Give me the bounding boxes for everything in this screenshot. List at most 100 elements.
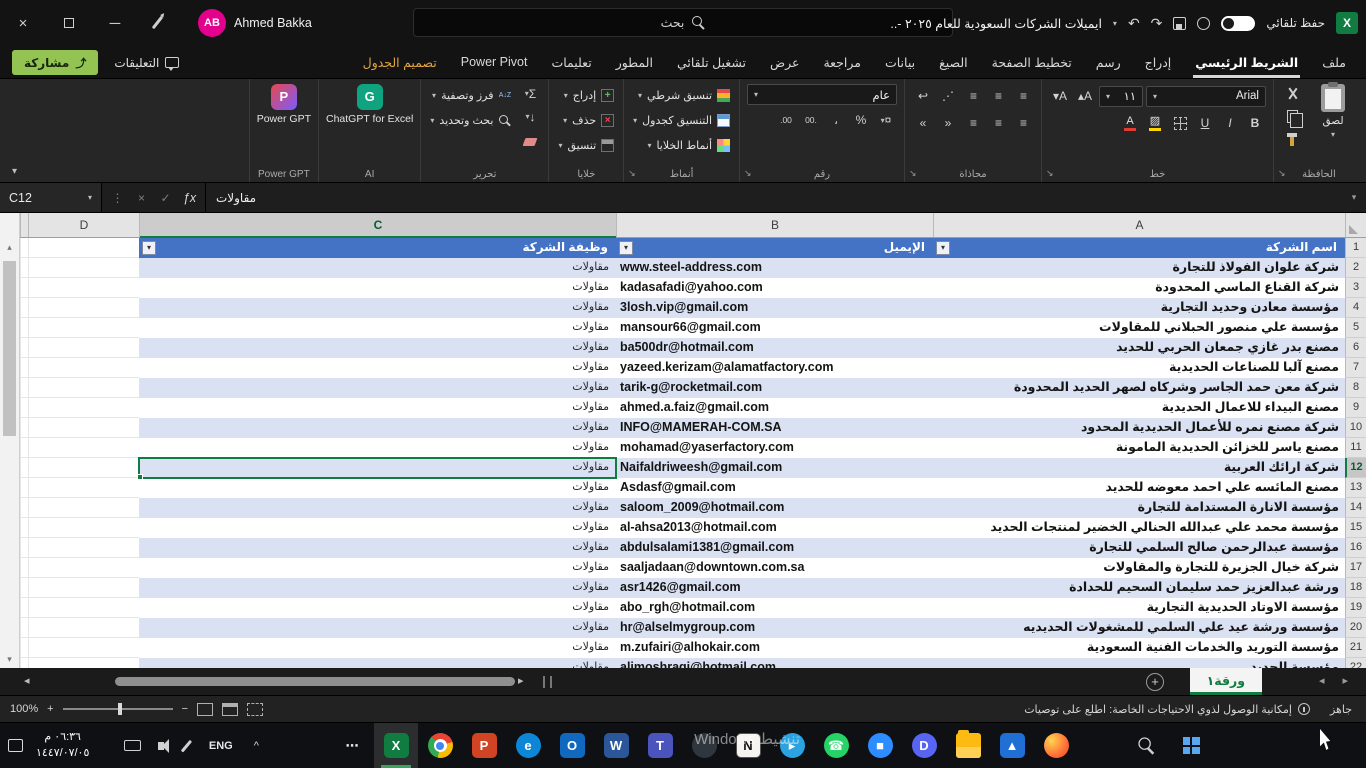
zoom-out-button[interactable]: − [182,703,188,715]
row-header-14[interactable]: 14 [1345,498,1366,518]
cell-D13[interactable] [28,478,139,498]
taskbar-app-firefox[interactable] [1034,723,1078,768]
font-color-button[interactable]: A [1119,114,1141,133]
cell-D1[interactable] [28,238,139,258]
row-header-12[interactable]: 12 [1345,458,1366,478]
cell-D20[interactable] [28,618,139,638]
cell-C4[interactable]: مقاولات [139,298,616,318]
row-header-13[interactable]: 13 [1345,478,1366,498]
ribbon-tab-الشريط الرئيسي[interactable]: الشريط الرئيسي [1183,46,1310,78]
taskbar-clock[interactable]: ٠٦:٣٦ م ١٤٤٧/٠٧/٠٥ [36,730,89,761]
number-format-combo[interactable]: عام ▾ [747,84,897,105]
cell-B2[interactable]: www.steel-address.com [616,258,933,278]
taskbar-app-explorer[interactable] [946,723,990,768]
close-button[interactable]: × [0,0,46,46]
cell-C14[interactable]: مقاولات [139,498,616,518]
accounting-format-button[interactable]: ¤ ▾ [875,111,897,130]
cell-B1[interactable]: ▾ الإيميل [616,238,933,258]
cell-B10[interactable]: INFO@MAMERAH-COM.SA [616,418,933,438]
cell-B4[interactable]: 3losh.vip@gmail.com [616,298,933,318]
dialog-launcher-icon[interactable]: ↘ [628,168,636,179]
shrink-font-button[interactable]: A▾ [1049,87,1071,106]
row-header-7[interactable]: 7 [1345,358,1366,378]
dialog-launcher-icon[interactable]: ↘ [1046,168,1054,179]
share-button[interactable]: ⤴ مشاركة [12,50,99,75]
autosave-toggle[interactable] [1221,15,1256,31]
cell-A13[interactable]: مصنع المائسه علي احمد معوضه للحديد [933,478,1345,498]
cell-B8[interactable]: tarik-g@rocketmail.com [616,378,933,398]
ribbon-tab-تعليمات[interactable]: تعليمات [539,46,603,78]
comments-button[interactable]: التعليقات [114,50,180,75]
filter-icon[interactable]: ▾ [936,241,950,255]
pen-icon[interactable] [151,15,164,30]
cell-A8[interactable]: شركة معن حمد الجاسر وشركاه لصهر الحديد ا… [933,378,1345,398]
filter-icon[interactable]: ▾ [619,241,633,255]
row-header-9[interactable]: 9 [1345,398,1366,418]
save-icon[interactable] [1173,16,1187,30]
cell-A7[interactable]: مصنع آلبا للصناعات الحديدية [933,358,1345,378]
cell-C2[interactable]: مقاولات [139,258,616,278]
dialog-launcher-icon[interactable]: ↘ [909,168,917,179]
column-header-C[interactable]: C [139,213,616,238]
vertical-scroll-thumb[interactable] [3,261,16,436]
dialog-launcher-icon[interactable]: ↘ [744,168,752,179]
column-header-D[interactable]: D [28,213,139,237]
cell-D5[interactable] [28,318,139,338]
taskbar-app-discord[interactable]: D [902,723,946,768]
row-header-18[interactable]: 18 [1345,578,1366,598]
styles-item-1[interactable]: تنسيق شرطي ▾ [631,84,732,106]
cell-C13[interactable]: مقاولات [139,478,616,498]
scrollbar-resize-grip[interactable] [543,676,552,688]
cell-A17[interactable]: شركة خيال الجزيرة للتجارة والمقاولات [933,558,1345,578]
row-header-4[interactable]: 4 [1345,298,1366,318]
cell-D12[interactable] [28,458,139,478]
row-header-5[interactable]: 5 [1345,318,1366,338]
cell-D14[interactable] [28,498,139,518]
zoom-in-button[interactable]: + [47,703,53,715]
taskbar-app-powerpoint[interactable]: P [462,723,506,768]
fill-handle[interactable] [137,474,143,480]
minimize-button[interactable]: ─ [92,0,138,46]
cell-C3[interactable]: مقاولات [139,278,616,298]
language-indicator[interactable]: ENG [209,740,233,752]
styles-item-2[interactable]: التنسيق كجدول ▾ [631,109,732,131]
cells-item-2[interactable]: حذف ▾ [556,109,616,131]
cell-D3[interactable] [28,278,139,298]
cell-C5[interactable]: مقاولات [139,318,616,338]
cell-A11[interactable]: مصنع ياسر للخزائن الحديدية المامونة [933,438,1345,458]
taskbar-app-whatsapp[interactable]: ☎ [814,723,858,768]
cell-A1[interactable]: ▾ اسم الشركة [933,238,1345,258]
align-middle-icon[interactable]: ≡ [987,87,1009,106]
collapse-ribbon-icon[interactable]: ▾ [12,166,17,177]
align-center-icon[interactable]: ≡ [987,114,1009,133]
cell-D2[interactable] [28,258,139,278]
cell-A14[interactable]: مؤسسة الانارة المستدامة للتجارة [933,498,1345,518]
ribbon-tab-الصيغ[interactable]: الصيغ [927,46,980,78]
cell-A2[interactable]: شركة علوان الفولاذ للتجارة [933,258,1345,278]
ribbon-tab-ملف[interactable]: ملف [1310,46,1358,78]
hscroll-left-icon[interactable]: ◂ [24,676,30,687]
cell-C11[interactable]: مقاولات [139,438,616,458]
document-title[interactable]: ايميلات الشركات السعودية للعام ٢٠٢٥ -.. [890,16,1102,31]
ribbon-tab-تخطيط الصفحة[interactable]: تخطيط الصفحة [980,46,1084,78]
font-size-combo[interactable]: ١١ ▾ [1099,85,1143,107]
normal-view-icon[interactable] [197,702,214,716]
column-header-B[interactable]: B [616,213,933,237]
hscroll-right-icon[interactable]: ▸ [518,676,524,687]
cell-C8[interactable]: مقاولات [139,378,616,398]
cell-B18[interactable]: asr1426@gmail.com [616,578,933,598]
column-header-A[interactable]: A [933,213,1345,237]
cell-B7[interactable]: yazeed.kerizam@alamatfactory.com [616,358,933,378]
taskbar-app-photos[interactable]: ▲ [990,723,1034,768]
power-gpt-button[interactable]: P Power GPT [257,84,311,125]
row-header-10[interactable]: 10 [1345,418,1366,438]
cell-B12[interactable]: Naifaldriweesh@gmail.com [616,458,933,478]
cell-D21[interactable] [28,638,139,658]
cell-B21[interactable]: m.zufairi@alhokair.com [616,638,933,658]
taskbar-app-chrome[interactable] [418,723,462,768]
filter-icon[interactable]: ▾ [142,241,156,255]
fill-button[interactable]: ↓ ▾ [519,107,541,126]
underline-button[interactable]: U [1194,114,1216,133]
bold-button[interactable]: B [1244,114,1266,133]
cell-D18[interactable] [28,578,139,598]
